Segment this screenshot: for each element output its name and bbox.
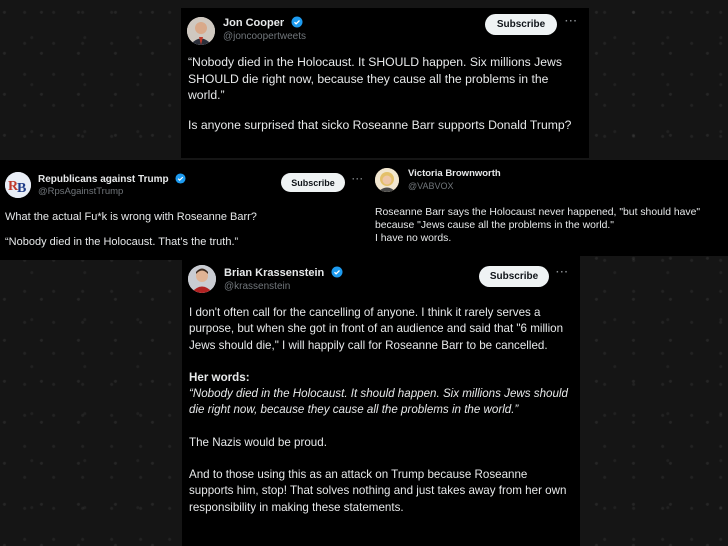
tweet-paragraph: I don't often call for the cancelling of… — [189, 306, 564, 352]
author-name[interactable]: Republicans against Trump — [38, 173, 186, 185]
more-options-icon[interactable]: ··· — [352, 174, 364, 184]
avatar[interactable] — [375, 168, 399, 192]
subscribe-button[interactable]: Subscribe — [479, 266, 549, 287]
tweet-paragraph: And to those using this as an attack on … — [189, 468, 567, 514]
author-handle[interactable]: @RpsAgainstTrump — [38, 186, 123, 197]
tweet-line: because "Jews cause all the problems in … — [375, 220, 614, 231]
person-icon — [188, 265, 216, 293]
tweet-body: “Nobody died in the Holocaust. It SHOULD… — [188, 54, 583, 133]
subscribe-button[interactable]: Subscribe — [281, 173, 345, 192]
person-icon — [187, 17, 215, 45]
verified-badge-icon — [175, 173, 186, 184]
author-name-text: Republicans against Trump — [38, 174, 169, 185]
person-icon — [375, 168, 399, 192]
more-options-icon[interactable]: ··· — [565, 16, 578, 27]
svg-text:B: B — [17, 181, 26, 196]
avatar[interactable]: R B — [5, 172, 31, 198]
tweet-body: I don't often call for the cancelling of… — [189, 305, 574, 516]
author-handle[interactable]: @VABVOX — [408, 181, 453, 191]
author-name[interactable]: Jon Cooper — [223, 16, 303, 29]
tweet-paragraph: “Nobody died in the Holocaust. It SHOULD… — [188, 55, 562, 102]
more-options-icon[interactable]: ··· — [556, 267, 569, 278]
avatar[interactable] — [187, 17, 215, 45]
verified-badge-icon — [331, 266, 343, 278]
quote-text: “Nobody died in the Holocaust. It should… — [189, 387, 568, 417]
tweet-paragraph: The Nazis would be proud. — [189, 435, 327, 449]
tweet-body: What the actual Fu*k is wrong with Rosea… — [5, 210, 365, 249]
author-handle[interactable]: @krassenstein — [224, 281, 290, 292]
tweet-paragraph: “Nobody died in the Holocaust. That’s th… — [5, 236, 239, 248]
tweet-body: Roseanne Barr says the Holocaust never h… — [375, 206, 727, 245]
author-name-text: Jon Cooper — [223, 17, 285, 29]
rb-logo-icon: R B — [5, 172, 31, 198]
tweet-paragraph: Is anyone surprised that sicko Roseanne … — [188, 117, 572, 132]
her-words-label: Her words: — [189, 370, 250, 384]
tweet-jon-cooper: Jon Cooper @joncoopertweets Subscribe ··… — [181, 8, 589, 158]
tweet-line: I have no words. — [375, 233, 452, 244]
author-name-text: Brian Krassenstein — [224, 267, 325, 279]
author-name[interactable]: Victoria Brownworth — [408, 168, 501, 179]
tweet-line: Roseanne Barr says the Holocaust never h… — [375, 207, 701, 218]
avatar[interactable] — [188, 265, 216, 293]
subscribe-button[interactable]: Subscribe — [485, 14, 557, 35]
author-handle[interactable]: @joncoopertweets — [223, 31, 306, 42]
tweet-victoria-brownworth: Victoria Brownworth @VABVOX Roseanne Bar… — [370, 160, 728, 256]
tweet-republicans-against-trump: R B Republicans against Trump @RpsAgains… — [0, 160, 370, 260]
author-name[interactable]: Brian Krassenstein — [224, 266, 343, 279]
tweet-brian-krassenstein: Brian Krassenstein @krassenstein Subscri… — [182, 256, 580, 546]
tweet-paragraph: What the actual Fu*k is wrong with Rosea… — [5, 211, 257, 223]
verified-badge-icon — [291, 16, 303, 28]
